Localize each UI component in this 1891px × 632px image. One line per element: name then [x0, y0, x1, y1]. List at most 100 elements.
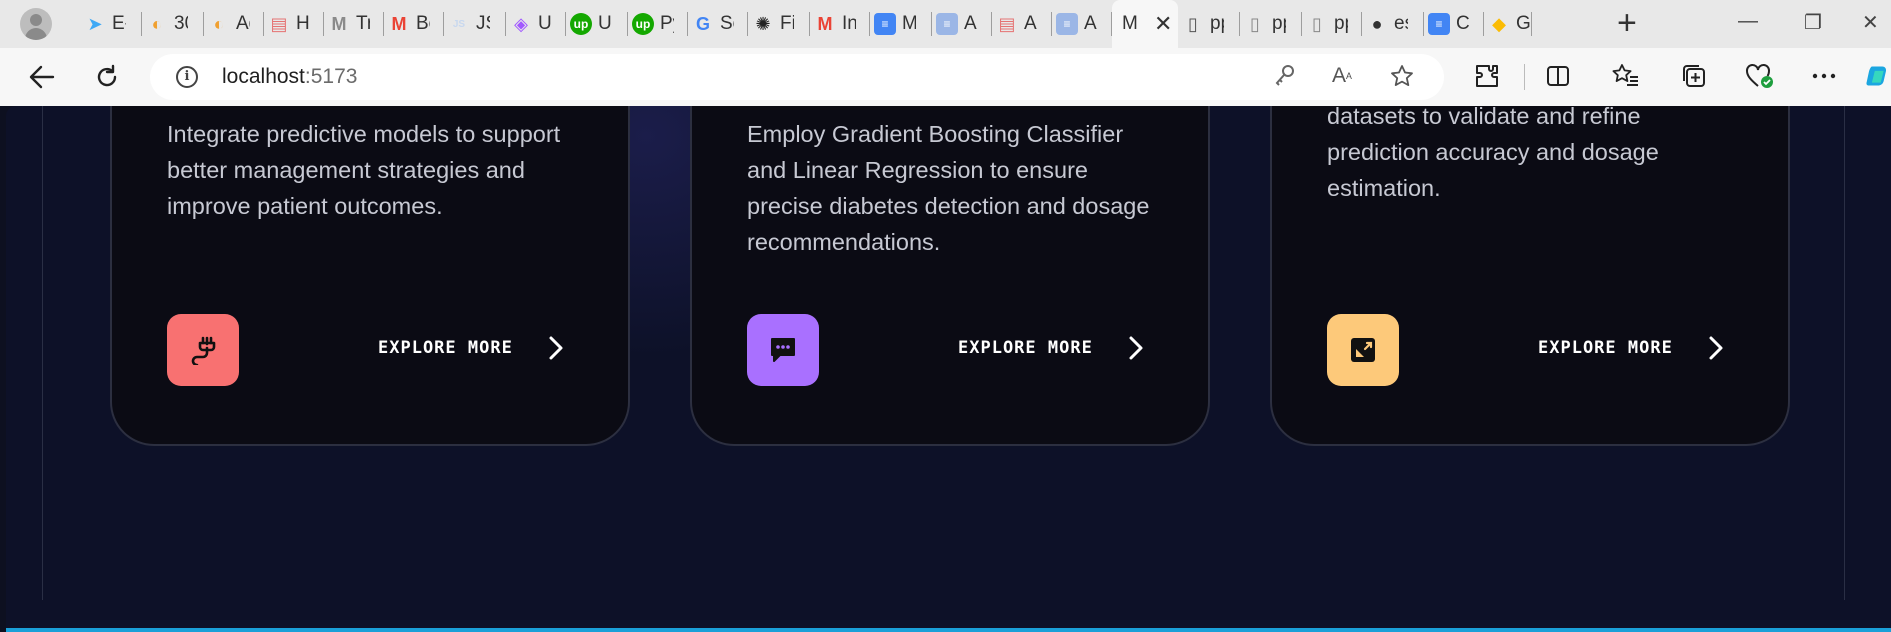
collections-icon[interactable] — [1678, 60, 1710, 92]
browser-tab[interactable]: G Se — [688, 0, 748, 48]
browser-tab[interactable]: JS JS — [444, 0, 506, 48]
browser-tab[interactable]: ● es — [1362, 0, 1424, 48]
browser-essentials-icon[interactable] — [1744, 60, 1776, 92]
tab-title: JS — [476, 13, 490, 34]
github-icon: ● — [1371, 13, 1383, 34]
loader-icon: ◐ — [213, 13, 225, 34]
file-icon: ▯ — [1312, 13, 1322, 34]
tab-title: M — [902, 13, 916, 34]
js-icon: JS — [452, 18, 466, 30]
tab-title: E- — [112, 13, 126, 34]
browser-tab[interactable]: ▯ pp — [1178, 0, 1240, 48]
browser-tab[interactable]: ▯ pp — [1302, 0, 1362, 48]
left-border-line — [42, 106, 43, 600]
back-button[interactable] — [27, 62, 57, 92]
upwork-icon: up — [632, 13, 654, 35]
reload-icon — [97, 64, 117, 87]
tab-title: Ad — [236, 13, 250, 34]
site-info-icon[interactable]: i — [176, 66, 198, 88]
browser-tab[interactable]: M In — [810, 0, 870, 48]
card-description: datasets to validate and refine predicti… — [1327, 106, 1659, 201]
browser-tab[interactable]: ◐ Ad — [204, 0, 264, 48]
favorite-star-icon[interactable] — [1390, 64, 1414, 94]
explore-more-link[interactable]: EXPLORE MORE — [1538, 338, 1673, 358]
pdf-icon: ▤ — [998, 13, 1016, 34]
restore-button[interactable]: ❐ — [1804, 10, 1822, 35]
browser-tab[interactable]: ✺ Fi — [748, 0, 810, 48]
toolbar-divider — [1524, 64, 1525, 90]
right-border-line — [1844, 106, 1845, 600]
card-icon-box — [747, 314, 819, 386]
browser-tab[interactable]: M Be — [384, 0, 444, 48]
tab-title: A — [1084, 13, 1097, 34]
split-screen-icon[interactable] — [1542, 60, 1574, 92]
browser-tab[interactable]: M Tr — [324, 0, 384, 48]
expand-arrow-icon — [1351, 338, 1375, 362]
tab-title: Py — [660, 13, 674, 34]
gmail-icon: M — [391, 13, 407, 34]
browser-tab[interactable]: ◈ U — [506, 0, 566, 48]
profile-avatar[interactable] — [20, 8, 52, 40]
chevron-right-icon[interactable] — [544, 334, 568, 362]
file-icon: ▯ — [1250, 13, 1260, 34]
more-options-icon[interactable] — [1808, 60, 1840, 92]
browser-tab[interactable]: M ✕ — [1112, 0, 1178, 48]
bird-icon: ➤ — [87, 13, 103, 34]
plug-icon — [191, 336, 216, 365]
browser-tab[interactable]: ▤ A — [992, 0, 1052, 48]
close-window-button[interactable]: ✕ — [1862, 10, 1879, 35]
docs-icon: ≡ — [874, 13, 896, 35]
tab-title: In — [842, 13, 856, 34]
card-icon-box — [167, 314, 239, 386]
chevron-right-icon[interactable] — [1124, 334, 1148, 362]
chat-bubble-icon — [771, 338, 795, 362]
tab-strip: ➤E-◐30◐Ad▤HMTrMBeJSJS◈UupUupPyGSe✺FiMIn≡… — [0, 0, 1891, 48]
browser-toolbar: i localhost:5173 Aᴬ — [0, 48, 1891, 106]
browser-tab[interactable]: up Py — [628, 0, 688, 48]
tab-title: M — [1122, 13, 1138, 34]
tab-title: A — [1024, 13, 1037, 34]
browser-tab[interactable]: ➤ E- — [80, 0, 142, 48]
feature-card-models: Employ Gradient Boosting Classifier and … — [690, 106, 1210, 446]
gmail-icon: M — [817, 13, 833, 34]
tab-title: pp — [1272, 13, 1286, 34]
new-tab-button[interactable]: + — [1617, 6, 1637, 40]
tab-title: H — [296, 13, 310, 34]
browser-tab[interactable]: ◆ G — [1484, 0, 1532, 48]
photos-icon: ◆ — [1492, 13, 1506, 34]
reload-button[interactable] — [92, 62, 122, 92]
browser-tab[interactable]: ▤ H — [264, 0, 324, 48]
tab-separator — [1531, 12, 1532, 36]
copilot-icon[interactable] — [1866, 60, 1891, 92]
tab-title: es — [1394, 13, 1408, 34]
openai-icon: ✺ — [755, 13, 771, 34]
card-description: Integrate predictive models to support b… — [167, 121, 561, 219]
extensions-icon[interactable] — [1471, 60, 1503, 92]
tab-title: Be — [416, 13, 430, 34]
browser-tab[interactable]: ▯ pp — [1240, 0, 1302, 48]
tab-title: pp — [1334, 13, 1348, 34]
tab-title: G — [1516, 13, 1530, 34]
accent-strip — [6, 628, 1891, 632]
browser-tab[interactable]: ≡ M — [870, 0, 932, 48]
browser-tab[interactable]: ≡ A — [1052, 0, 1112, 48]
read-aloud-icon[interactable]: Aᴬ — [1332, 64, 1352, 88]
browser-tab[interactable]: ≡ A — [932, 0, 992, 48]
minimize-button[interactable]: — — [1738, 10, 1758, 33]
figma-icon: ◈ — [514, 13, 528, 34]
url-text[interactable]: localhost:5173 — [222, 65, 357, 89]
favorites-icon[interactable] — [1610, 60, 1642, 92]
browser-tab[interactable]: ≡ C — [1424, 0, 1484, 48]
explore-more-link[interactable]: EXPLORE MORE — [378, 338, 513, 358]
tab-list: ➤E-◐30◐Ad▤HMTrMBeJSJS◈UupUupPyGSe✺FiMIn≡… — [80, 0, 1532, 48]
tab-title: 30 — [174, 13, 188, 34]
chevron-right-icon[interactable] — [1704, 334, 1728, 362]
close-tab-icon[interactable]: ✕ — [1154, 11, 1172, 37]
docs-icon: ≡ — [1056, 13, 1078, 35]
key-icon[interactable] — [1274, 64, 1296, 94]
browser-tab[interactable]: up U — [566, 0, 628, 48]
card-icon-box — [1327, 314, 1399, 386]
browser-tab[interactable]: ◐ 30 — [142, 0, 204, 48]
address-bar[interactable]: i localhost:5173 Aᴬ — [150, 54, 1444, 100]
explore-more-link[interactable]: EXPLORE MORE — [958, 338, 1093, 358]
